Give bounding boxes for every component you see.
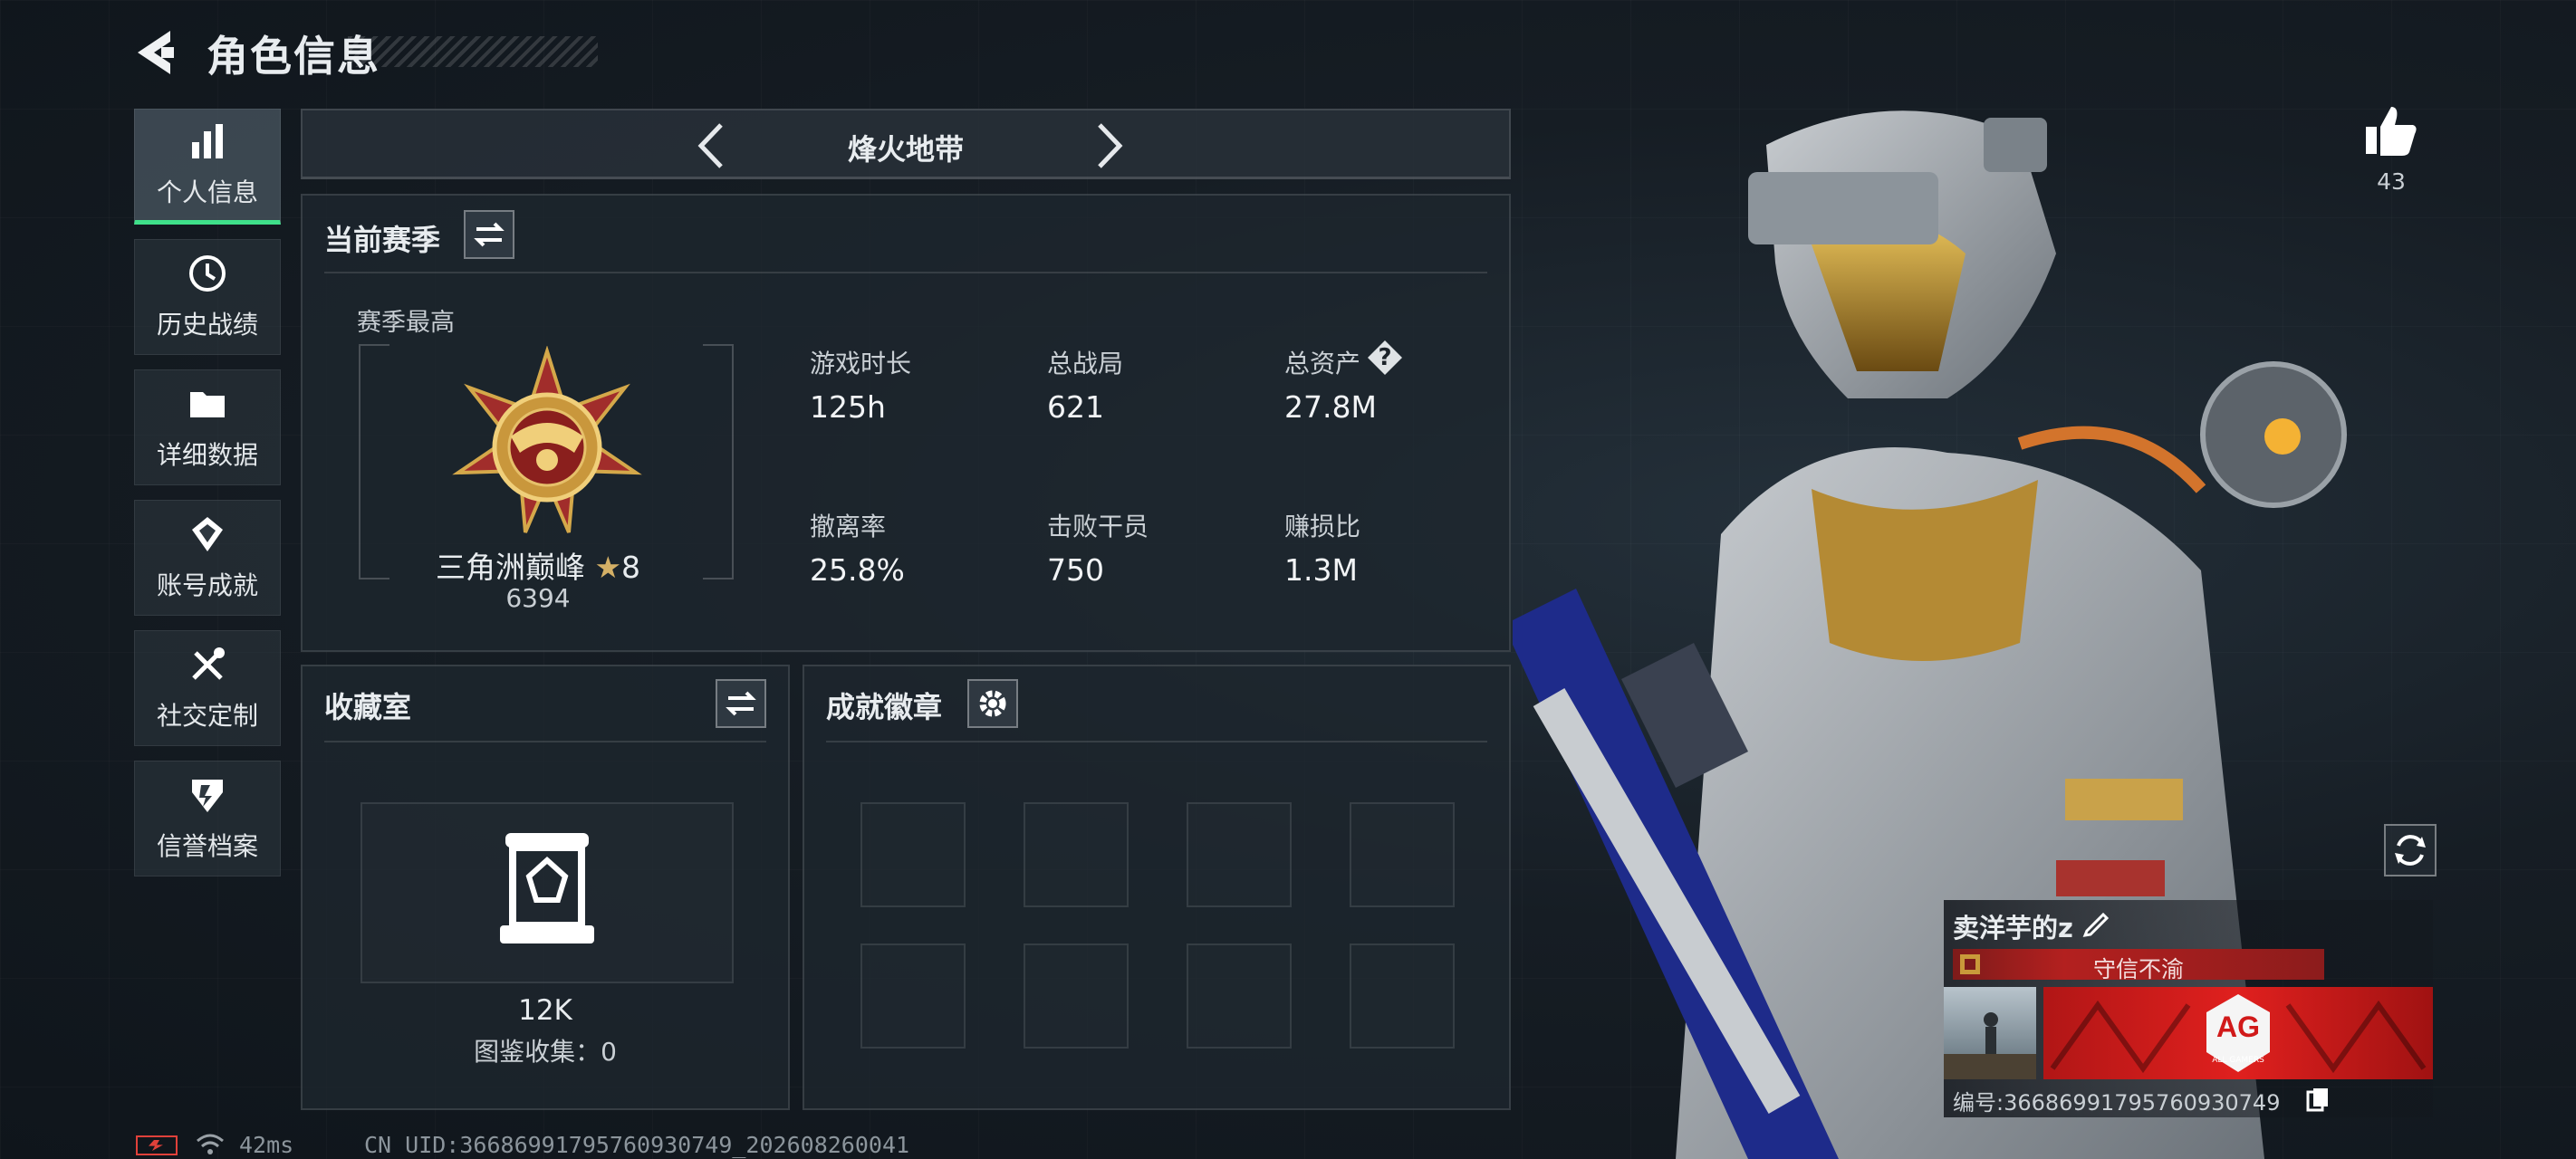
- achievement-icon: [192, 517, 223, 551]
- bar-chart-icon: [192, 124, 223, 158]
- help-icon[interactable]: ?: [1368, 340, 1402, 375]
- stat-value: 621: [1047, 389, 1104, 425]
- chevron-right-icon: [1098, 123, 1123, 168]
- badge-slot[interactable]: [860, 943, 966, 1049]
- refresh-icon: [2395, 835, 2426, 866]
- player-avatar[interactable]: [1944, 987, 2036, 1079]
- collection-caption: 图鉴收集：0: [474, 1037, 617, 1067]
- like-button[interactable]: [2362, 101, 2420, 159]
- team-banner: AG ALL GAMERS: [2043, 987, 2433, 1079]
- rank-emblem-icon: [452, 346, 642, 533]
- divider: [324, 272, 1487, 273]
- player-name: 卖洋芋的z: [1953, 913, 2073, 943]
- credit-title: 守信不渝: [2092, 956, 2184, 982]
- gear-icon: [979, 690, 1006, 717]
- stat-label: 游戏时长: [810, 349, 912, 378]
- tools-icon: [192, 647, 225, 680]
- ping-text: 42ms: [239, 1132, 294, 1158]
- rank-name-line: 三角洲巅峰 ★8: [357, 543, 719, 587]
- mode-label: 烽火地带: [847, 132, 964, 167]
- credit-shield-icon: [192, 780, 223, 812]
- achievements-panel[interactable]: 成就徽章: [803, 665, 1511, 1110]
- badge-slot[interactable]: [1024, 943, 1129, 1049]
- banner-subtitle: ALL GAMERS: [2212, 1056, 2264, 1065]
- thumbs-up-icon: [2366, 107, 2417, 156]
- rank-stars: 8: [621, 550, 641, 585]
- divider: [324, 741, 766, 742]
- copy-icon[interactable]: [2304, 1085, 2331, 1112]
- player-card: 卖洋芋的z 守信不渝 AG ALL GAMERS 编号:366869917957…: [1944, 900, 2433, 1117]
- stat-label: 总资产: [1284, 349, 1361, 378]
- swap-icon: [726, 691, 756, 716]
- stat-value: 25.8%: [810, 552, 905, 588]
- player-id: 编号:36686991795760930749: [1953, 1090, 2281, 1116]
- stat-value: 1.3M: [1284, 552, 1358, 588]
- rank-score: 6394: [505, 583, 571, 613]
- divider: [826, 741, 1487, 742]
- battery-icon: [136, 1135, 178, 1155]
- sidebar-item-label: 账号成就: [156, 570, 258, 600]
- sidebar-item-label: 社交定制: [156, 701, 258, 731]
- collection-title: 收藏室: [324, 690, 412, 724]
- edit-pencil-icon[interactable]: [2081, 907, 2112, 938]
- season-highest-label: 赛季最高: [357, 309, 455, 337]
- season-panel: 当前赛季 赛季最高 三角洲巅峰 ★8 6394 游戏时长 125h 总战局 62…: [301, 194, 1511, 652]
- history-icon: [189, 255, 226, 292]
- avatar-figure-icon: [1944, 1012, 2036, 1079]
- sidebar-item-credit-profile[interactable]: 信誉档案: [134, 761, 281, 876]
- sidebar-item-history[interactable]: 历史战绩: [134, 239, 281, 355]
- folder-icon: [190, 392, 225, 417]
- back-arrow-icon: [138, 31, 174, 74]
- uid-text: CN UID:36686991795760930749_202608260041: [364, 1132, 910, 1158]
- badge-slot[interactable]: [1187, 943, 1292, 1049]
- stat-label: 总战局: [1047, 349, 1124, 378]
- season-switch-button[interactable]: [464, 210, 514, 259]
- sidebar-item-personal-info[interactable]: 个人信息: [134, 109, 281, 225]
- stat-value: 750: [1047, 552, 1104, 588]
- stat-label: 击败干员: [1047, 512, 1149, 541]
- badge-slot[interactable]: [1024, 802, 1129, 907]
- collection-panel[interactable]: 收藏室 12K 图鉴收集：0: [301, 665, 790, 1110]
- display-case-icon: [500, 833, 594, 943]
- collection-value: 12K: [518, 994, 572, 1027]
- badge-slot[interactable]: [1187, 802, 1292, 907]
- badge-slot[interactable]: [1350, 943, 1455, 1049]
- rank-star-icon: ★: [594, 550, 622, 585]
- sidebar-item-detailed-data[interactable]: 详细数据: [134, 369, 281, 485]
- back-button[interactable]: [134, 27, 188, 78]
- mode-next-button[interactable]: [1081, 120, 1136, 172]
- stat-value: 125h: [810, 389, 886, 425]
- swap-icon: [474, 222, 505, 247]
- like-count: 43: [2377, 168, 2406, 195]
- title-decoration: [348, 36, 598, 67]
- sidebar-item-label: 历史战绩: [156, 310, 258, 340]
- sidebar-item-achievements[interactable]: 账号成就: [134, 500, 281, 616]
- sidebar-item-label: 详细数据: [156, 440, 258, 470]
- season-title: 当前赛季: [324, 223, 441, 257]
- mode-selector: 烽火地带: [301, 109, 1511, 179]
- stat-value: 27.8M: [1284, 389, 1377, 425]
- stat-label: 撤离率: [810, 512, 887, 541]
- banner-logo-text: AG: [2216, 1011, 2260, 1043]
- rank-name: 三角洲巅峰: [435, 550, 585, 585]
- collection-switch-button[interactable]: [716, 679, 766, 728]
- achievements-title: 成就徽章: [826, 690, 943, 724]
- credit-title-bar: 守信不渝: [1953, 949, 2324, 982]
- badge-slot[interactable]: [1350, 802, 1455, 907]
- wifi-icon: [197, 1134, 224, 1154]
- rotate-view-button[interactable]: [2384, 824, 2437, 876]
- sidebar-item-label: 个人信息: [156, 177, 258, 207]
- sidebar-item-label: 信誉档案: [156, 831, 258, 861]
- badge-slot[interactable]: [860, 802, 966, 907]
- sidebar-item-social-custom[interactable]: 社交定制: [134, 630, 281, 746]
- achievements-settings-button[interactable]: [967, 679, 1018, 728]
- stat-label: 赚损比: [1284, 512, 1361, 541]
